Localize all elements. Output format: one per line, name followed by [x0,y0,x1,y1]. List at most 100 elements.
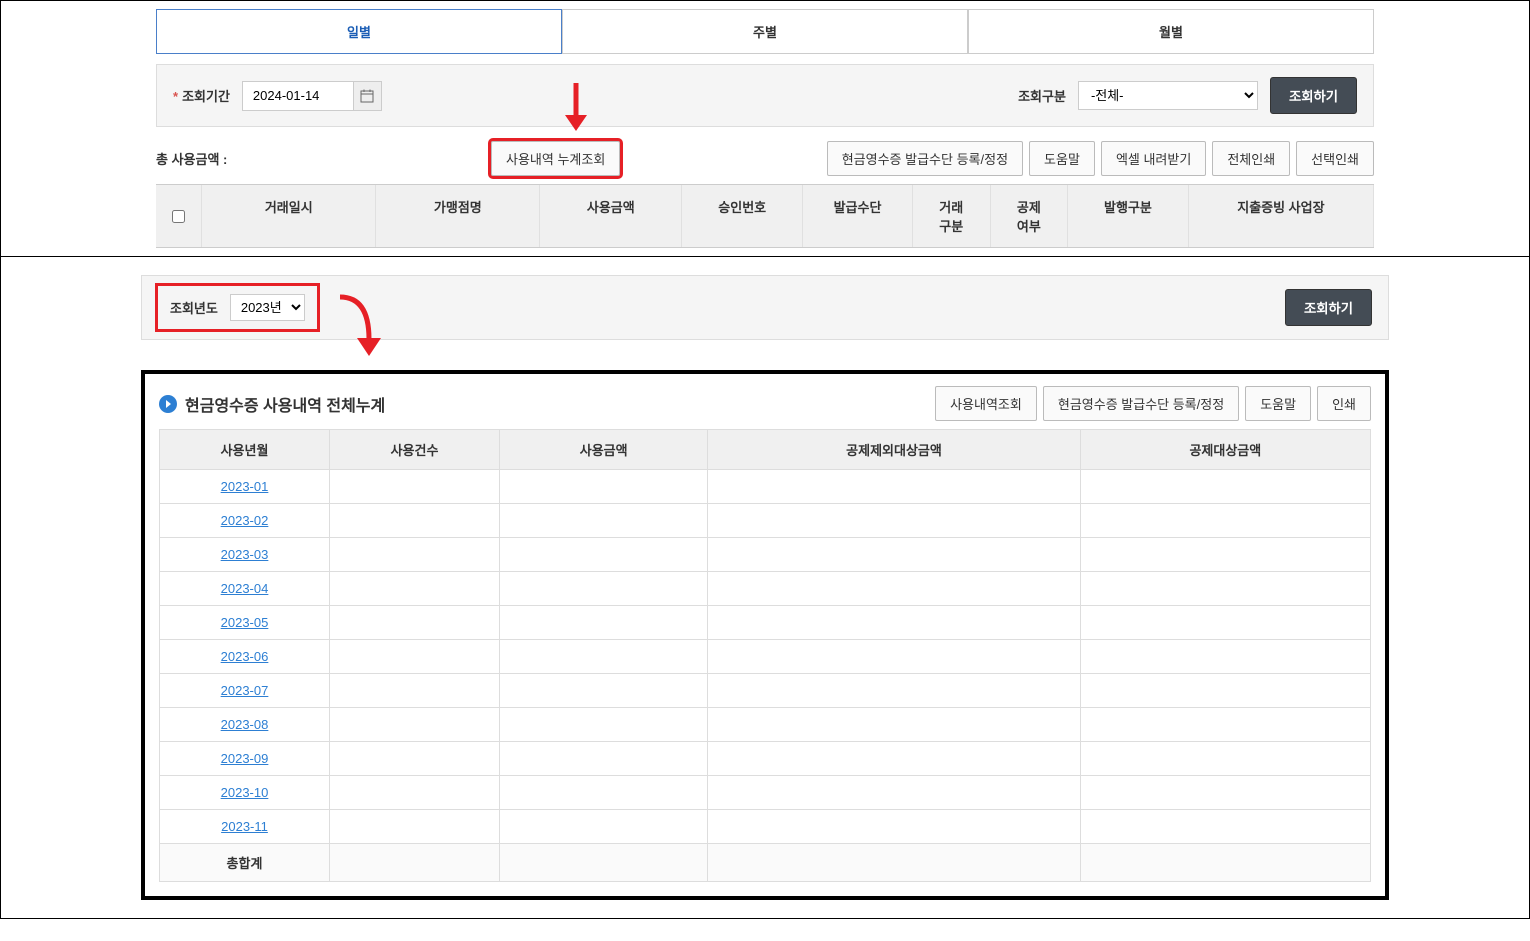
arrow-curve-icon [337,294,387,359]
table-cell [708,708,1080,742]
year-filter-box: 조회년도 2023년 [158,286,317,329]
table-cell [330,742,500,776]
col-approval: 승인번호 [682,185,803,247]
col-deductible-amount: 공제대상금액 [1080,430,1370,470]
table-cell [500,606,708,640]
month-link[interactable]: 2023-06 [221,649,269,664]
date-input[interactable] [243,82,353,109]
month-link[interactable]: 2023-05 [221,615,269,630]
register-method-button-2[interactable]: 현금영수증 발급수단 등록/정정 [1043,386,1239,421]
table-cell [330,572,500,606]
table-cell [708,640,1080,674]
search-button-top[interactable]: 조회하기 [1270,77,1357,114]
table-row: 2023-06 [160,640,1371,674]
table-cell [500,844,708,882]
table-cell [1080,504,1370,538]
print-selected-button[interactable]: 선택인쇄 [1296,141,1374,176]
table-cell [1080,776,1370,810]
table-cell [330,776,500,810]
table-row: 2023-05 [160,606,1371,640]
select-all-checkbox[interactable] [172,210,185,223]
table-cell [1080,572,1370,606]
table-cell [330,674,500,708]
table-cell [330,538,500,572]
table-cell [1080,640,1370,674]
summary-header-row: 사용년월 사용건수 사용금액 공제제외대상금액 공제대상금액 [160,430,1371,470]
col-issue: 발행구분 [1068,185,1189,247]
transaction-table-header: 거래일시 가맹점명 사용금액 승인번호 발급수단 거래 구분 공제 여부 발행구… [156,184,1374,248]
month-link[interactable]: 2023-04 [221,581,269,596]
table-cell [500,742,708,776]
excel-download-button[interactable]: 엑셀 내려받기 [1101,141,1206,176]
top-section: 일별 주별 월별 *조회기간 조회구분 -전체- 조회하기 [1,1,1529,257]
col-usage-amount: 사용금액 [500,430,708,470]
table-row: 2023-10 [160,776,1371,810]
table-row: 2023-08 [160,708,1371,742]
month-link[interactable]: 2023-07 [221,683,269,698]
table-row: 2023-03 [160,538,1371,572]
cumulative-panel: 현금영수증 사용내역 전체누계 사용내역조회 현금영수증 발급수단 등록/정정 … [141,370,1389,900]
category-label: 조회구분 [1018,86,1066,105]
period-tabs: 일별 주별 월별 [156,9,1374,54]
year-select[interactable]: 2023년 [230,294,305,321]
table-row: 2023-07 [160,674,1371,708]
calendar-icon [360,89,374,103]
tab-monthly[interactable]: 월별 [968,9,1374,54]
print-all-button[interactable]: 전체인쇄 [1212,141,1290,176]
table-cell [500,674,708,708]
period-label: *조회기간 [173,86,230,105]
month-link[interactable]: 2023-10 [221,785,269,800]
table-cell [1080,742,1370,776]
bottom-section: 조회년도 2023년 조회하기 현금영수증 사용내역 전체누계 사용내역조회 [1,257,1529,918]
category-select[interactable]: -전체- [1078,81,1258,110]
calendar-button[interactable] [353,82,381,110]
tab-weekly[interactable]: 주별 [562,9,968,54]
print-button[interactable]: 인쇄 [1317,386,1371,421]
month-link[interactable]: 2023-02 [221,513,269,528]
table-row: 2023-04 [160,572,1371,606]
month-link[interactable]: 2023-03 [221,547,269,562]
usage-query-button[interactable]: 사용내역조회 [935,386,1037,421]
search-button-bottom[interactable]: 조회하기 [1285,289,1372,326]
table-row: 2023-01 [160,470,1371,504]
table-cell [1080,674,1370,708]
table-cell [330,470,500,504]
table-cell [708,742,1080,776]
table-row: 2023-11 [160,810,1371,844]
table-cell [1080,538,1370,572]
table-cell [708,538,1080,572]
tab-daily[interactable]: 일별 [156,9,562,54]
table-row: 2023-09 [160,742,1371,776]
month-link[interactable]: 2023-11 [221,819,268,834]
table-cell [500,538,708,572]
panel-title: 현금영수증 사용내역 전체누계 [185,392,385,416]
col-method: 발급수단 [803,185,913,247]
col-trans-type: 거래 구분 [913,185,991,247]
month-link[interactable]: 2023-01 [221,479,269,494]
total-amount-label: 총 사용금액 : [156,149,227,168]
table-cell [1080,844,1370,882]
col-amount: 사용금액 [540,185,682,247]
table-cell [1080,470,1370,504]
table-cell [708,674,1080,708]
table-cell [708,776,1080,810]
table-cell [500,470,708,504]
panel-header: 현금영수증 사용내역 전체누계 사용내역조회 현금영수증 발급수단 등록/정정 … [159,386,1371,421]
col-usage-count: 사용건수 [330,430,500,470]
register-method-button[interactable]: 현금영수증 발급수단 등록/정정 [827,141,1023,176]
month-link[interactable]: 2023-08 [221,717,269,732]
help-button[interactable]: 도움말 [1029,141,1095,176]
col-excluded-amount: 공제제외대상금액 [708,430,1080,470]
arrow-down-icon [561,81,591,131]
help-button-2[interactable]: 도움말 [1245,386,1311,421]
cumulative-query-button[interactable]: 사용내역 누계조회 [491,141,620,176]
year-filter-bar: 조회년도 2023년 조회하기 [141,275,1389,340]
table-cell [500,504,708,538]
col-datetime: 거래일시 [202,185,376,247]
date-input-wrap [242,81,382,111]
month-link[interactable]: 2023-09 [221,751,269,766]
col-deduct: 공제 여부 [991,185,1069,247]
total-label-cell: 총합계 [160,844,330,882]
table-cell [708,606,1080,640]
table-cell [708,470,1080,504]
